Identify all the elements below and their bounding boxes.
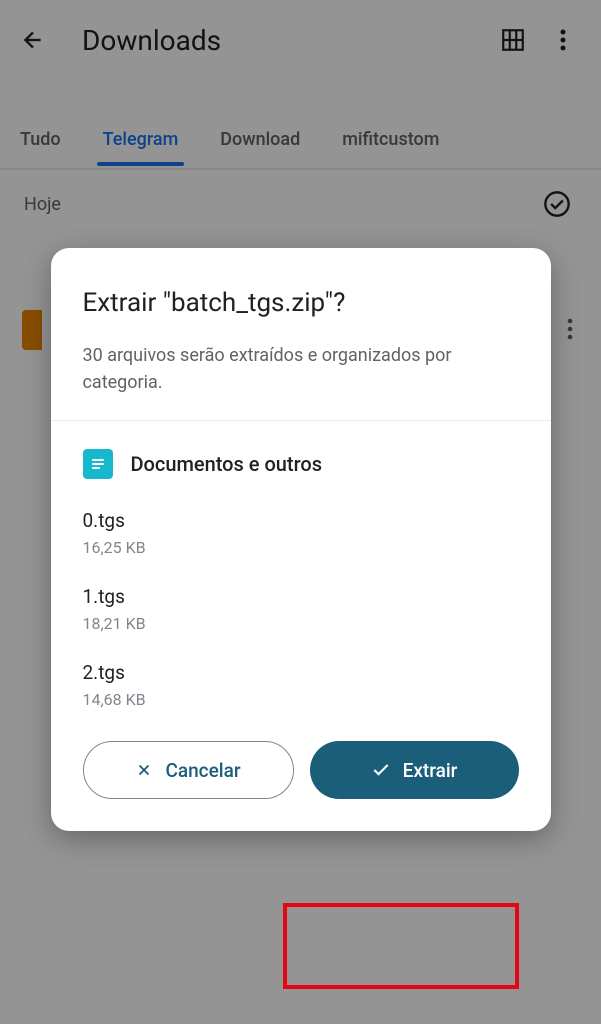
category-label: Documentos e outros [131,452,323,476]
dialog-subtitle: 30 arquivos serão extraídos e organizado… [83,342,519,396]
dialog-title: Extrair "batch_tgs.zip"? [83,288,519,318]
list-item: 2.tgs 14,68 KB [83,661,519,709]
check-icon [371,760,391,780]
cancel-label: Cancelar [165,759,240,782]
file-name: 2.tgs [83,661,519,684]
extract-button[interactable]: Extrair [310,741,519,799]
document-icon [83,449,113,479]
extract-label: Extrair [403,759,458,782]
list-item: 0.tgs 16,25 KB [83,509,519,557]
file-name: 0.tgs [83,509,519,532]
extract-dialog: Extrair "batch_tgs.zip"? 30 arquivos ser… [51,248,551,831]
file-size: 14,68 KB [83,690,519,709]
close-icon [135,761,153,779]
cancel-button[interactable]: Cancelar [83,741,294,799]
file-size: 16,25 KB [83,538,519,557]
dialog-actions: Cancelar Extrair [83,741,519,799]
divider [51,420,551,421]
category-row: Documentos e outros [83,449,519,479]
file-size: 18,21 KB [83,614,519,633]
file-name: 1.tgs [83,585,519,608]
list-item: 1.tgs 18,21 KB [83,585,519,633]
